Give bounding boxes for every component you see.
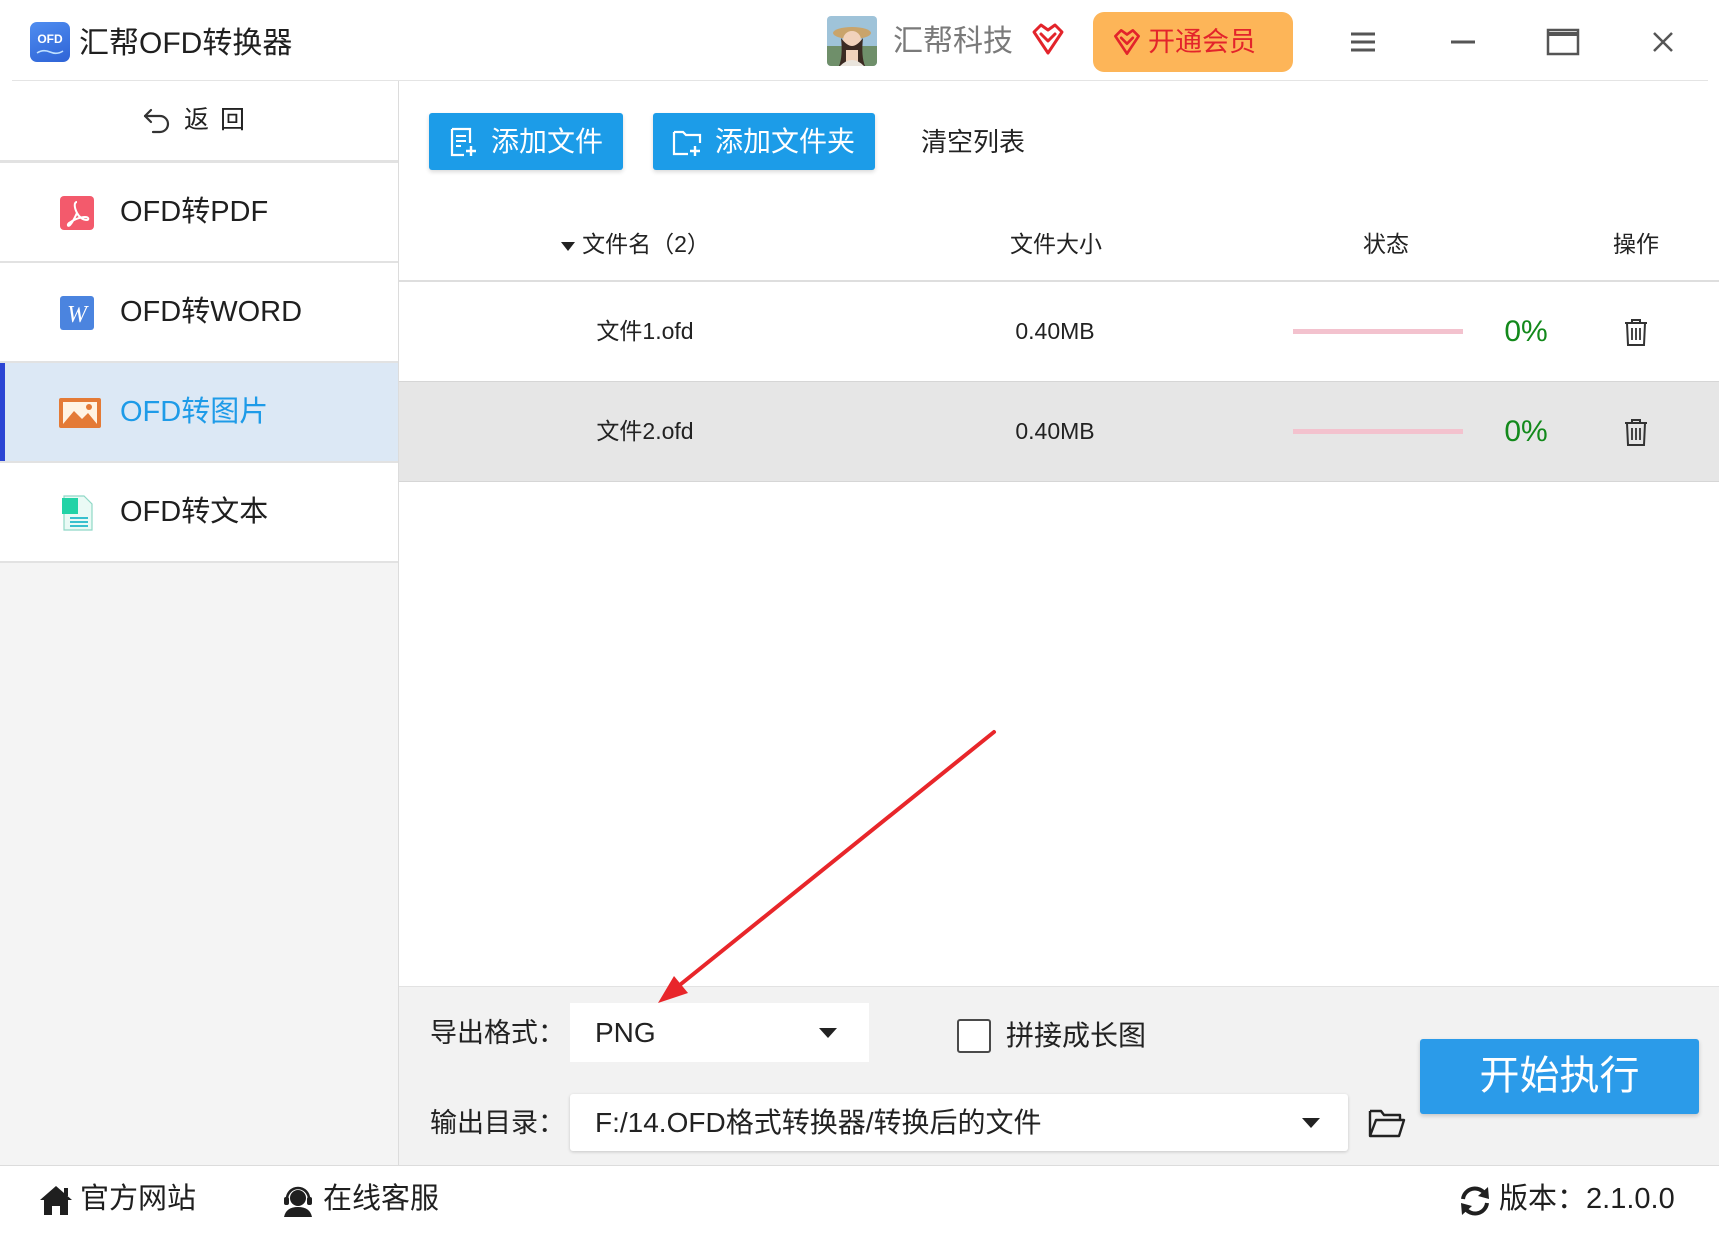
- vip-diamond-heart-icon: [1114, 29, 1140, 56]
- merge-long-image-checkbox[interactable]: [957, 1019, 991, 1053]
- official-website-label: 官方网站: [80, 1183, 197, 1215]
- add-folder-label: 添加文件夹: [715, 126, 856, 157]
- export-format-label: 导出格式：: [430, 1018, 565, 1048]
- file-size: 0.40MB: [1015, 418, 1095, 444]
- vip-upgrade-button[interactable]: 开通会员: [1093, 12, 1293, 72]
- output-dir-value: F:/14.OFD格式转换器/转换后的文件: [595, 1107, 1042, 1138]
- pdf-icon: [58, 194, 96, 232]
- app-logo: OFD: [30, 22, 70, 62]
- progress-bar: [1293, 329, 1463, 334]
- back-label: 返 回: [184, 106, 247, 134]
- refresh-update-icon: [1461, 1186, 1489, 1216]
- app-window: OFD 汇帮OFD转换器 汇帮科技 开通会员 返 回 OFD转PDF W OFD…: [0, 0, 1719, 1233]
- progress-bar: [1293, 429, 1463, 434]
- logo-text: OFD: [37, 32, 63, 46]
- logo-wave-icon: [36, 49, 64, 55]
- trash-icon[interactable]: [1622, 317, 1650, 347]
- sidebar: 返 回 OFD转PDF W OFD转WORD OFD转图片 OFD转文本: [0, 81, 398, 1165]
- start-conversion-button[interactable]: 开始执行: [1420, 1039, 1699, 1114]
- add-folder-icon: [672, 130, 702, 156]
- minimize-button[interactable]: [1443, 22, 1483, 62]
- online-support-label: 在线客服: [323, 1183, 440, 1215]
- column-header-name-label: 文件名（2）: [582, 231, 710, 257]
- selected-indicator: [0, 363, 5, 461]
- word-icon: W: [58, 294, 96, 332]
- close-icon: [1653, 32, 1673, 52]
- hamburger-menu-icon: [1351, 32, 1375, 52]
- annotation-arrow: [658, 730, 996, 1003]
- close-button[interactable]: [1643, 22, 1683, 62]
- file-size: 0.40MB: [1015, 318, 1095, 344]
- conversion-settings-panel: 导出格式： PNG 拼接成长图 输出目录： F:/14.OFD格式转换器/转换后…: [399, 986, 1719, 1166]
- maximize-icon: [1546, 28, 1580, 56]
- column-header-actions: 操作: [1613, 231, 1659, 257]
- back-arrow-icon: [143, 108, 170, 134]
- version-number: 2.1.0.0: [1586, 1183, 1675, 1215]
- file-name: 文件1.ofd: [596, 318, 694, 344]
- export-format-select[interactable]: PNG: [570, 1003, 869, 1062]
- minimize-icon: [1451, 40, 1475, 44]
- output-dir-select[interactable]: F:/14.OFD格式转换器/转换后的文件: [570, 1094, 1348, 1151]
- output-dir-label: 输出目录：: [430, 1108, 565, 1138]
- merge-long-image-label[interactable]: 拼接成长图: [1006, 1016, 1146, 1056]
- progress-percent: 0%: [1504, 415, 1548, 448]
- sidebar-item-ofd-to-pdf[interactable]: OFD转PDF: [0, 163, 398, 263]
- vip-upgrade-label: 开通会员: [1148, 27, 1256, 57]
- sidebar-item-label: OFD转图片: [120, 396, 269, 428]
- file-table-header: 文件名（2） 文件大小 状态 操作: [399, 208, 1719, 282]
- text-doc-icon: [58, 494, 96, 532]
- menu-button[interactable]: [1343, 22, 1383, 62]
- image-icon: [58, 394, 102, 432]
- customer-service-headset-icon: [284, 1186, 312, 1217]
- version-label: 版本：: [1499, 1183, 1587, 1215]
- online-support-link[interactable]: 在线客服: [280, 1166, 450, 1233]
- progress-percent: 0%: [1504, 315, 1548, 348]
- word-icon-letter: W: [67, 302, 89, 328]
- clear-list-button[interactable]: 清空列表: [921, 118, 1025, 166]
- column-header-status: 状态: [1363, 231, 1409, 257]
- add-folder-button[interactable]: 添加文件夹: [653, 113, 875, 170]
- app-title: 汇帮OFD转换器: [79, 27, 293, 60]
- trash-icon[interactable]: [1622, 417, 1650, 447]
- add-file-label: 添加文件: [491, 126, 604, 157]
- avatar[interactable]: [827, 16, 877, 66]
- open-folder-icon[interactable]: [1368, 1107, 1406, 1139]
- sidebar-item-ofd-to-text[interactable]: OFD转文本: [0, 463, 398, 563]
- brand-name: 汇帮科技: [893, 25, 1013, 58]
- title-bar: OFD 汇帮OFD转换器 汇帮科技 开通会员: [0, 0, 1719, 80]
- maximize-button[interactable]: [1543, 22, 1583, 62]
- column-header-size: 文件大小: [1010, 231, 1102, 257]
- sidebar-item-label: OFD转文本: [120, 496, 269, 528]
- official-website-link[interactable]: 官方网站: [38, 1166, 198, 1233]
- table-row[interactable]: 文件2.ofd 0.40MB 0%: [399, 382, 1719, 482]
- sidebar-item-label: OFD转WORD: [120, 296, 303, 328]
- version-text: 版本：2.1.0.0: [1499, 1166, 1675, 1233]
- add-file-button[interactable]: 添加文件: [429, 113, 623, 170]
- column-header-name[interactable]: 文件名（2）: [520, 208, 750, 280]
- back-button[interactable]: 返 回: [0, 81, 398, 160]
- sort-desc-icon: [561, 241, 576, 251]
- version-info[interactable]: 版本：2.1.0.0: [1458, 1166, 1703, 1233]
- home-icon: [40, 1186, 72, 1215]
- vip-diamond-heart-icon: [1032, 23, 1064, 55]
- chevron-down-icon: [1302, 1118, 1320, 1128]
- sidebar-item-label: OFD转PDF: [120, 196, 269, 228]
- sidebar-item-ofd-to-image[interactable]: OFD转图片: [0, 363, 398, 463]
- chevron-down-icon: [819, 1028, 837, 1038]
- export-format-value: PNG: [595, 1017, 656, 1048]
- footer-bar: 官方网站 在线客服 版本：2.1.0.0: [0, 1165, 1719, 1233]
- add-file-icon: [450, 127, 476, 157]
- table-row[interactable]: 文件1.ofd 0.40MB 0%: [399, 282, 1719, 382]
- sidebar-item-ofd-to-word[interactable]: W OFD转WORD: [0, 263, 398, 363]
- file-name: 文件2.ofd: [596, 418, 694, 444]
